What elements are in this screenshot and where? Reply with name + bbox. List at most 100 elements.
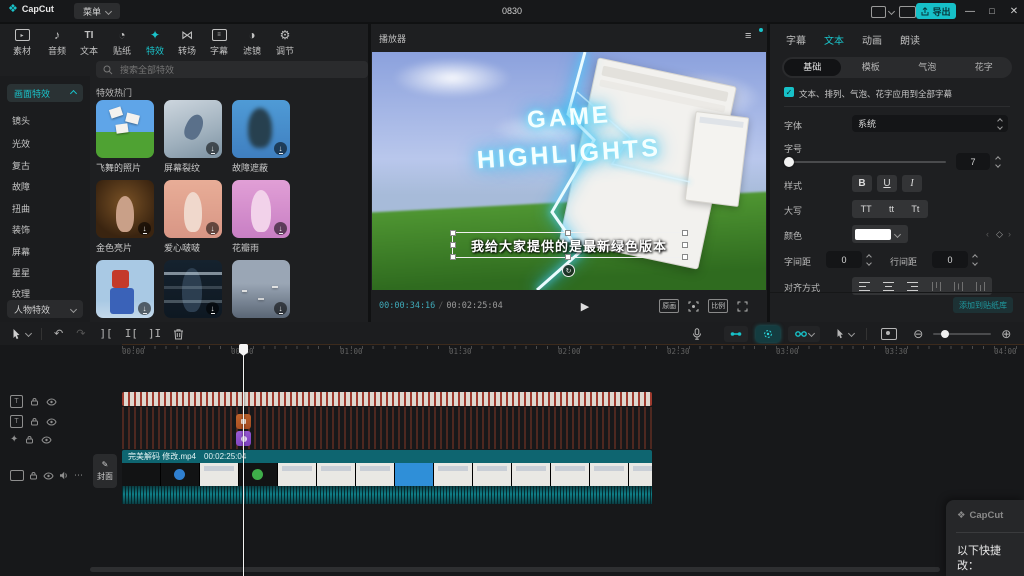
line-spacing-stepper[interactable] — [973, 255, 977, 265]
lock-icon[interactable] — [30, 397, 39, 406]
subtab-fancy-text[interactable]: 花字 — [956, 59, 1013, 76]
tab-text[interactable]: TI 文本 — [72, 28, 106, 57]
cover-button[interactable]: ✎ 封面 — [93, 454, 117, 488]
select-tool-icon[interactable] — [12, 328, 21, 340]
zoom-slider-thumb[interactable] — [941, 330, 949, 338]
tab-media[interactable]: ▸ 素材 — [5, 28, 39, 57]
select-tool-chevron-icon[interactable] — [25, 330, 32, 337]
font-size-value[interactable]: 7 — [956, 153, 990, 170]
category-distort[interactable]: 扭曲 — [12, 202, 30, 215]
zoom-out-icon[interactable]: ⊖ — [913, 327, 923, 341]
subtitle-selection-box[interactable]: 我给大家提供的是最新绿色版本 — [452, 232, 686, 258]
linkage-toggle[interactable] — [788, 326, 820, 342]
category-screen[interactable]: 屏幕 — [12, 245, 30, 258]
line-spacing-value[interactable]: 0 — [932, 251, 968, 268]
quality-button[interactable]: 原画 — [659, 299, 679, 313]
subtab-bubble[interactable]: 气泡 — [899, 59, 956, 76]
menu-button[interactable]: 菜单 — [74, 3, 120, 19]
redo-icon[interactable]: ↷ — [76, 327, 85, 340]
tab-adjust[interactable]: ⚙ 调节 — [268, 28, 302, 57]
horizontal-scrollbar[interactable] — [90, 567, 940, 572]
timeline-ruler[interactable]: 00:00 00:30 01:00 01:30 02:00 02:30 03:0… — [0, 345, 1024, 359]
category-glitch[interactable]: 故障 — [12, 180, 30, 193]
slider-thumb[interactable] — [784, 157, 794, 167]
trim-left-icon[interactable]: I[ — [125, 327, 138, 340]
tab-captions[interactable]: ≡ 字幕 — [202, 28, 236, 57]
ratio-button[interactable]: 比例 — [708, 299, 728, 313]
trim-right-icon[interactable]: ]I — [148, 327, 161, 340]
tab-audio[interactable]: ♪ 音频 — [40, 28, 74, 57]
more-options-icon[interactable]: ⋯ — [74, 470, 84, 481]
subtab-template[interactable]: 模板 — [843, 59, 900, 76]
keyframe-diamond-icon[interactable]: ◇ — [996, 229, 1003, 240]
video-clip-filmstrip[interactable] — [122, 463, 652, 486]
maximize-button[interactable]: □ — [984, 3, 1000, 19]
preview-axis-toggle[interactable] — [836, 328, 854, 339]
inspector-tab-animation[interactable]: 动画 — [862, 32, 882, 47]
subtitle-track-clip[interactable] — [122, 392, 652, 406]
effect-thumbnail-petal-rain[interactable]: ↓ — [232, 180, 290, 238]
main-track-magnet-toggle[interactable] — [724, 326, 748, 342]
keyframe-prev-icon[interactable]: ‹ — [986, 229, 989, 239]
visibility-icon[interactable] — [43, 472, 54, 480]
lock-icon[interactable] — [30, 417, 39, 426]
effect-thumbnail-flying-photos[interactable] — [96, 100, 154, 158]
tab-effects[interactable]: ✦ 特效 — [138, 28, 172, 57]
audio-waveform[interactable] — [122, 486, 652, 504]
fit-scale-icon[interactable] — [688, 301, 699, 312]
layout-icon[interactable] — [871, 6, 886, 18]
category-retro[interactable]: 复古 — [12, 159, 30, 172]
tab-sticker[interactable]: ◔ 贴纸 — [105, 28, 139, 57]
font-size-stepper[interactable] — [996, 157, 1000, 167]
minimize-button[interactable]: — — [962, 3, 978, 19]
effect-thumbnail-gold-sparkle[interactable]: ↓ — [96, 180, 154, 238]
lock-icon[interactable] — [25, 435, 34, 444]
search-input[interactable] — [118, 64, 322, 76]
undo-icon[interactable]: ↶ — [54, 327, 63, 340]
inspector-tab-tts[interactable]: 朗读 — [900, 32, 920, 47]
play-button[interactable]: ▶ — [581, 300, 589, 313]
effect-thumbnail-heart-bubbles[interactable]: ↓ — [164, 180, 222, 238]
timeline-zoom-slider[interactable] — [933, 333, 991, 335]
lowercase-button[interactable]: tt — [889, 204, 894, 214]
letter-spacing-stepper[interactable] — [867, 255, 871, 265]
split-icon[interactable]: ][ — [99, 327, 112, 340]
rotate-handle[interactable]: ↻ — [562, 264, 575, 277]
player-menu-icon[interactable]: ≡ — [745, 31, 758, 41]
auto-snap-toggle[interactable] — [756, 326, 780, 342]
add-to-preset-button[interactable]: 添加到贴纸库 — [953, 297, 1013, 313]
uppercase-button[interactable]: TT — [861, 204, 872, 214]
visibility-icon[interactable] — [46, 418, 57, 426]
effect-thumbnail[interactable]: ↓ — [96, 260, 154, 318]
align-bottom-icon[interactable] — [975, 281, 986, 292]
mute-icon[interactable] — [59, 471, 69, 480]
category-texture[interactable]: 纹理 — [12, 287, 30, 300]
tab-filters[interactable]: ◑ 滤镜 — [235, 28, 269, 57]
effect-thumbnail[interactable]: ↓ — [232, 260, 290, 318]
letter-spacing-value[interactable]: 0 — [826, 251, 862, 268]
category-stars[interactable]: 星星 — [12, 266, 30, 279]
layout-chevron-icon[interactable] — [888, 8, 895, 15]
align-middle-icon[interactable] — [953, 281, 964, 292]
inspector-tab-caption[interactable]: 字幕 — [786, 32, 806, 47]
align-center-icon[interactable] — [882, 281, 895, 292]
category-group-character-effects[interactable]: 人物特效 — [7, 300, 83, 318]
visibility-icon[interactable] — [46, 398, 57, 406]
align-right-icon[interactable] — [906, 281, 919, 292]
visibility-icon[interactable] — [41, 436, 52, 444]
effect-thumbnail[interactable]: ↓ — [164, 260, 222, 318]
subtab-basic[interactable]: 基础 — [784, 59, 841, 76]
color-picker[interactable] — [852, 225, 908, 243]
titlecase-button[interactable]: Tt — [911, 204, 919, 214]
keyframe-next-icon[interactable]: › — [1008, 229, 1011, 239]
delete-icon[interactable] — [173, 328, 184, 340]
align-top-icon[interactable] — [931, 281, 942, 292]
zoom-in-icon[interactable]: ⊕ — [1001, 327, 1011, 341]
category-decorate[interactable]: 装饰 — [12, 223, 30, 236]
effect-thumbnail-glitch-mask[interactable]: ↓ — [232, 100, 290, 158]
auto-scroll-icon[interactable] — [881, 328, 897, 340]
lock-icon[interactable] — [29, 471, 38, 480]
font-size-slider[interactable] — [784, 161, 946, 163]
close-button[interactable]: ✕ — [1006, 3, 1022, 19]
tab-transition[interactable]: ⋈ 转场 — [170, 28, 204, 57]
